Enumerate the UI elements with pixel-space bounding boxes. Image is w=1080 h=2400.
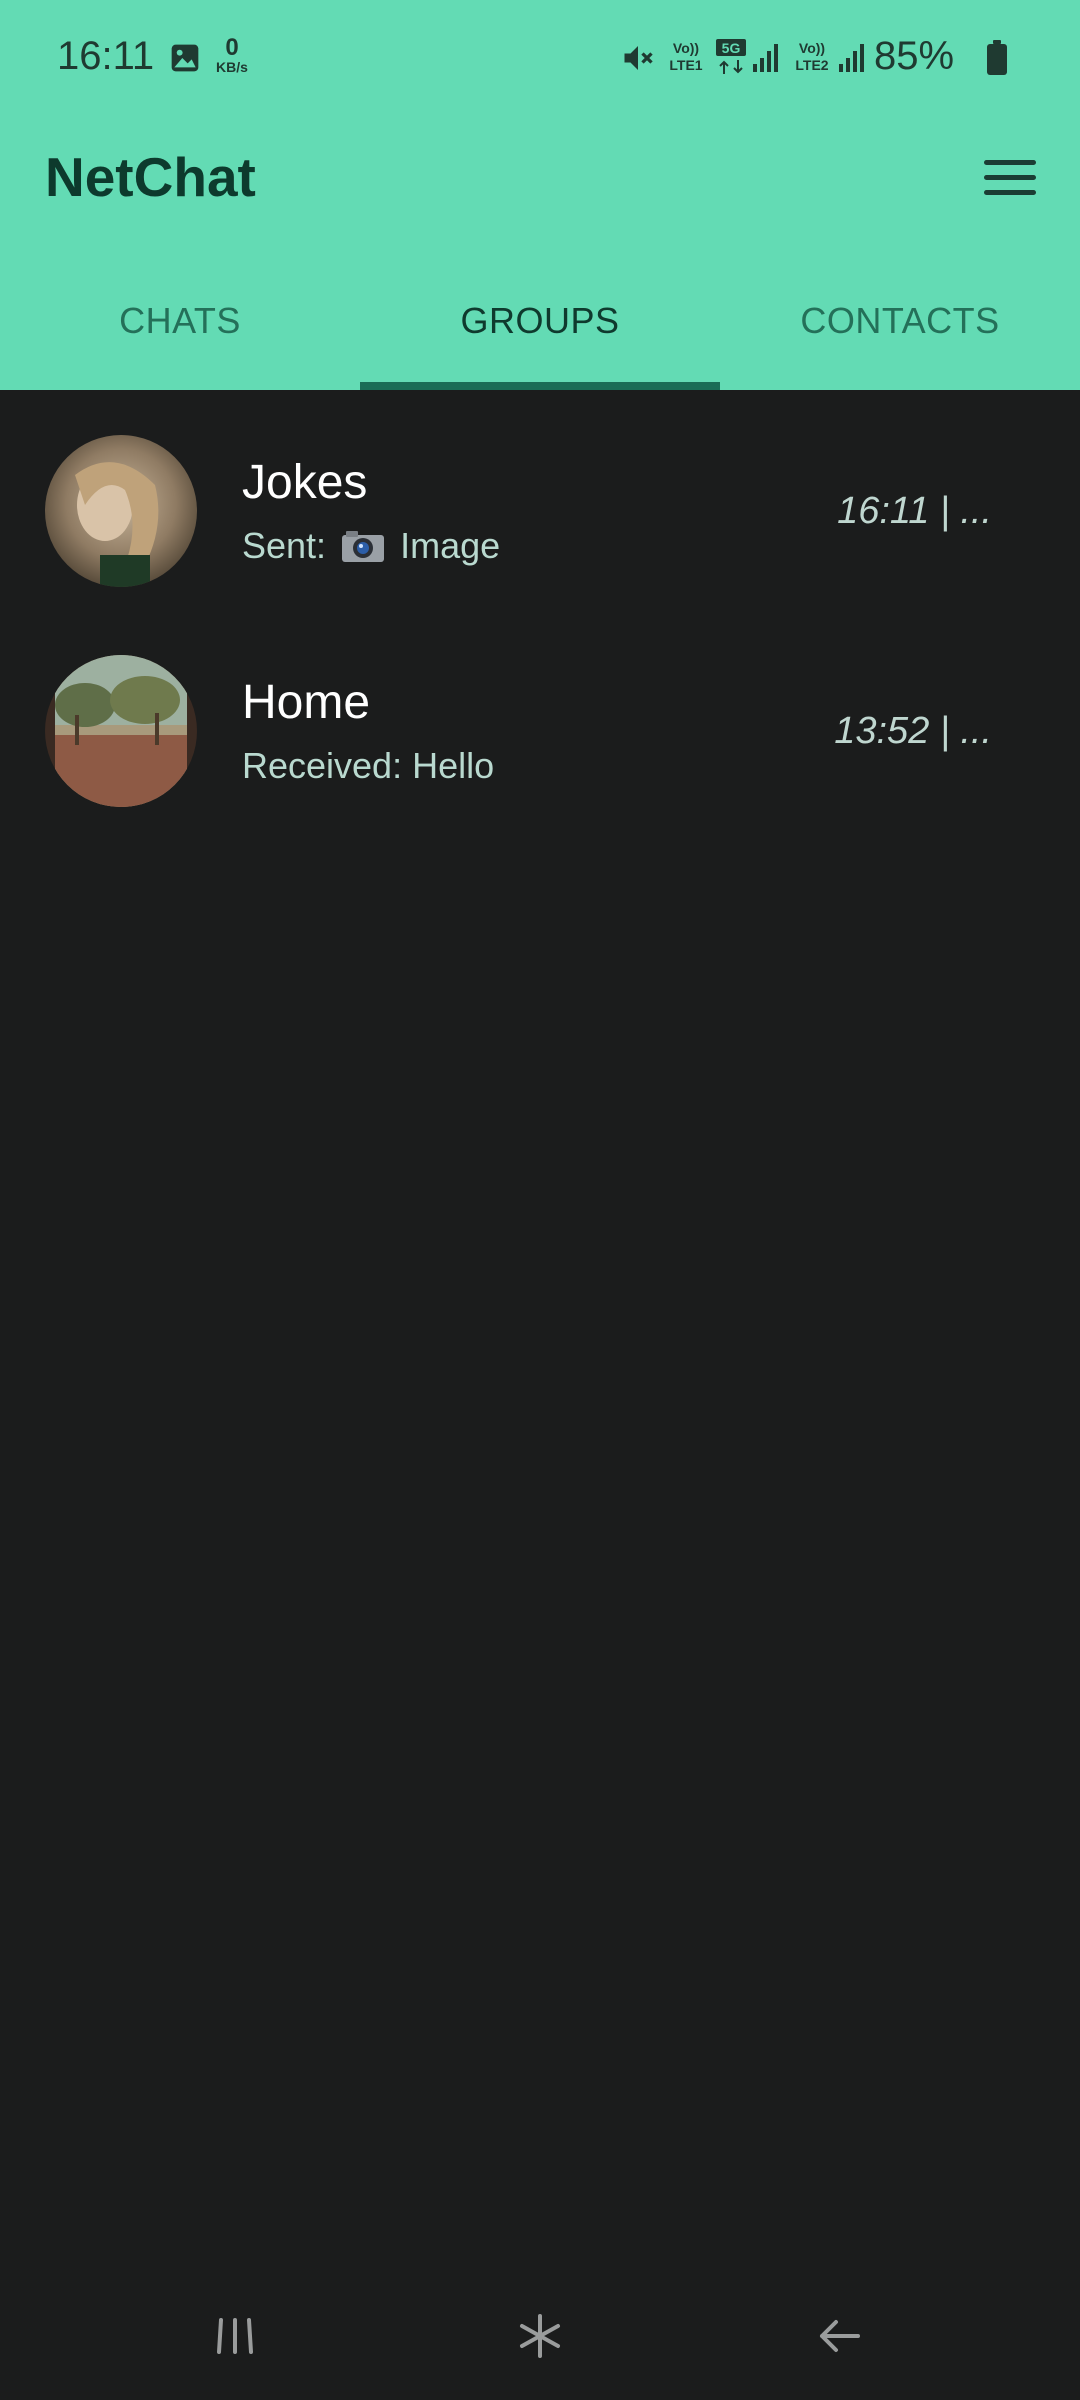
back-icon[interactable] <box>810 2306 870 2366</box>
app-header: 16:11 0 KB/s Vo)) LTE1 5G Vo)) LTE2 85% … <box>0 0 1080 390</box>
network-speed: 0 KB/s <box>216 34 248 75</box>
tab-bar: CHATS GROUPS CONTACTS <box>0 270 1080 390</box>
signal-icon <box>753 44 778 72</box>
list-item[interactable]: Home Received: Hello 13:52 | ... <box>0 610 1080 830</box>
app-title: NetChat <box>45 146 256 208</box>
volte1-indicator: Vo)) LTE1 <box>669 40 703 73</box>
signal-icon <box>839 44 864 72</box>
active-tab-indicator <box>360 382 720 390</box>
group-name: Jokes <box>242 456 368 509</box>
battery-percentage: 85% <box>874 34 955 78</box>
tab-chats[interactable]: CHATS <box>0 300 360 342</box>
svg-text:5G: 5G <box>722 40 741 56</box>
group-name: Home <box>242 676 371 729</box>
home-icon[interactable] <box>510 2306 570 2366</box>
hamburger-menu-icon[interactable] <box>984 160 1036 196</box>
volte2-indicator: Vo)) LTE2 <box>795 40 829 73</box>
avatar <box>45 655 197 807</box>
message-time: 16:11 | ... <box>837 490 992 532</box>
last-message: Sent: Image <box>242 525 501 566</box>
camera-icon <box>342 531 385 562</box>
avatar <box>45 435 197 587</box>
message-time: 13:52 | ... <box>834 710 992 752</box>
mute-icon <box>624 46 653 70</box>
last-message: Received: Hello <box>242 745 495 786</box>
list-item[interactable]: Jokes Sent: Image 16:11 | ... <box>0 390 1080 610</box>
tab-groups[interactable]: GROUPS <box>360 300 720 342</box>
status-bar: 16:11 0 KB/s Vo)) LTE1 5G Vo)) LTE2 85% <box>0 0 1080 120</box>
5g-icon: 5G <box>716 39 746 74</box>
battery-icon <box>987 40 1007 75</box>
gallery-notification-icon <box>171 44 199 72</box>
system-nav-bar <box>0 2270 1080 2400</box>
recents-icon[interactable] <box>205 2306 265 2366</box>
tab-contacts[interactable]: CONTACTS <box>720 300 1080 342</box>
status-time: 16:11 <box>57 34 155 78</box>
status-icons: Vo)) LTE1 5G Vo)) LTE2 85% <box>620 0 1080 120</box>
